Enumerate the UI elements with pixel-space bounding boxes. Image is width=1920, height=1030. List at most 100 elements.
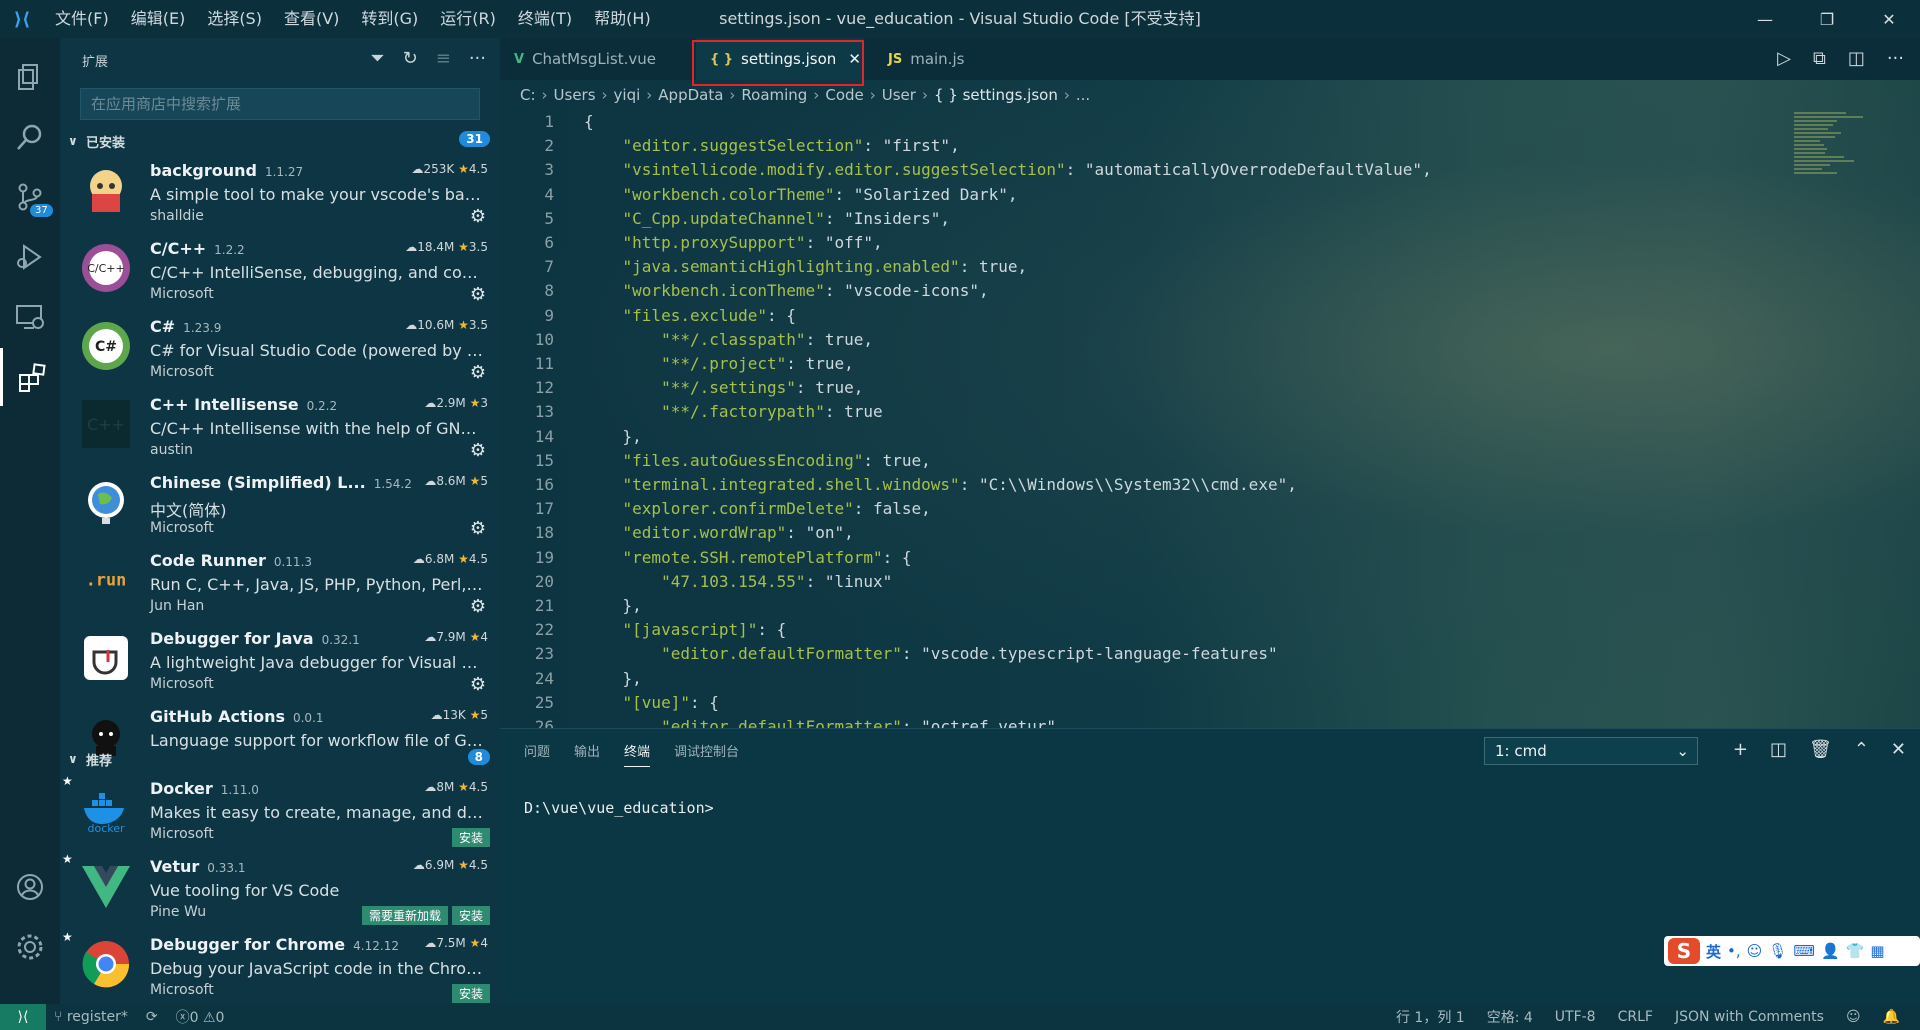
split-editor-icon[interactable]: ◫ — [1848, 48, 1865, 69]
run-debug-icon[interactable] — [0, 228, 60, 286]
extension-item[interactable]: Debugger for Java 0.32.1 ☁7.9M ★4 A lightwe… — [60, 622, 500, 700]
extension-item[interactable]: C# C# 1.23.9 ☁10.6M ★3.5 C# for Visual Studi… — [60, 310, 500, 388]
extension-item[interactable]: C++ C++ Intellisense 0.2.2 ☁2.9M ★3 C/C++ In… — [60, 388, 500, 466]
remote-explorer-icon[interactable] — [0, 288, 60, 346]
breadcrumb-item[interactable]: C: — [520, 86, 536, 104]
breadcrumb-item[interactable]: Roaming — [741, 86, 807, 104]
install-button[interactable]: 安装 — [451, 828, 490, 847]
line-number: 17 — [534, 499, 554, 519]
extension-item[interactable]: background 1.1.27 ☁253K ★4.5 A simple tool … — [60, 154, 500, 232]
problems-indicator[interactable]: ⓧ0 ⚠0 — [176, 1007, 225, 1027]
cursor-position[interactable]: 行 1，列 1 — [1396, 1007, 1465, 1027]
open-settings-ui-icon[interactable]: ⧉ — [1813, 48, 1826, 69]
manage-gear-icon[interactable]: ⚙ — [470, 440, 486, 461]
tab-main-js[interactable]: JS main.js — [874, 38, 994, 80]
run-icon[interactable]: ▷ — [1777, 48, 1791, 69]
menu-view[interactable]: 查看(V) — [273, 0, 350, 38]
menu-edit[interactable]: 编辑(E) — [120, 0, 197, 38]
explorer-icon[interactable] — [0, 48, 60, 106]
reload-required-button[interactable]: 需要重新加载 — [361, 906, 448, 925]
encoding[interactable]: UTF-8 — [1555, 1009, 1596, 1025]
search-icon[interactable] — [0, 108, 60, 166]
skin-icon[interactable]: 👕 — [1846, 942, 1865, 960]
menu-go[interactable]: 转到(G) — [350, 0, 429, 38]
installed-section-header[interactable]: ∨ 已安装 31 — [60, 128, 500, 154]
feedback-icon[interactable]: ☺ — [1846, 1009, 1861, 1025]
tab-chatmsglist[interactable]: V ChatMsgList.vue — [500, 38, 670, 80]
line-ending[interactable]: CRLF — [1618, 1009, 1653, 1025]
menu-help[interactable]: 帮助(H) — [583, 0, 662, 38]
manage-gear-icon[interactable]: ⚙ — [470, 284, 486, 305]
emoji-icon[interactable]: ☺ — [1747, 942, 1763, 960]
restore-button[interactable]: ❐ — [1796, 0, 1858, 38]
terminal-select[interactable]: 1: cmd ⌄ — [1484, 737, 1698, 765]
punctuation-icon[interactable]: •, — [1727, 942, 1741, 960]
more-actions-icon[interactable]: ··· — [1887, 48, 1904, 69]
extension-item[interactable]: ★ Debugger for Chrome 4.12.12 ☁7.5M ★4 Debug… — [60, 928, 500, 1006]
extensions-icon[interactable] — [0, 348, 60, 406]
manage-gear-icon[interactable]: ⚙ — [470, 674, 486, 695]
panel-tab-debug-console[interactable]: 调试控制台 — [674, 741, 739, 767]
svg-text:docker: docker — [87, 822, 125, 834]
breadcrumb-item[interactable]: AppData — [658, 86, 723, 104]
grid-icon[interactable]: ▦ — [1870, 942, 1884, 960]
extension-item[interactable]: Chinese (Simplified) L... 1.54.2 ☁8.6M ★5 中… — [60, 466, 500, 544]
source-control-icon[interactable]: 37 — [0, 168, 60, 226]
breadcrumb-item[interactable]: ... — [1076, 86, 1090, 104]
remote-indicator-icon[interactable]: ⟩⟨ — [0, 1004, 46, 1030]
notifications-bell-icon[interactable]: 🔔 — [1883, 1009, 1900, 1025]
line-number: 12 — [534, 378, 554, 398]
user-icon[interactable]: 👤 — [1821, 942, 1840, 960]
account-icon[interactable] — [0, 858, 60, 916]
manage-gear-icon[interactable] — [0, 918, 60, 976]
microphone-icon[interactable]: 🎙 — [1768, 942, 1787, 960]
more-actions-icon[interactable]: ··· — [469, 48, 486, 69]
trash-icon[interactable]: 🗑 — [1809, 739, 1832, 760]
branch-indicator[interactable]: ⑂ register* — [54, 1009, 128, 1025]
manage-gear-icon[interactable]: ⚙ — [470, 596, 486, 617]
breadcrumb-item[interactable]: yiqi — [614, 86, 641, 104]
maximize-panel-icon[interactable]: ⌃ — [1854, 739, 1869, 760]
language-mode[interactable]: JSON with Comments — [1675, 1009, 1824, 1025]
menu-terminal[interactable]: 终端(T) — [507, 0, 583, 38]
panel-tab-output[interactable]: 输出 — [574, 741, 600, 767]
clear-icon[interactable]: ≡ — [436, 48, 451, 69]
close-panel-icon[interactable]: ✕ — [1891, 739, 1906, 760]
extension-item[interactable]: .run Code Runner 0.11.3 ☁6.8M ★4.5 Run C, C+… — [60, 544, 500, 622]
minimize-button[interactable]: — — [1734, 0, 1796, 38]
extension-item[interactable]: ★ docker Docker 1.11.0 ☁8M ★4.5 Makes it easy… — [60, 772, 500, 850]
extension-item[interactable]: ★ Vetur 0.33.1 ☁6.9M ★4.5 Vue tooling for VS… — [60, 850, 500, 928]
new-terminal-icon[interactable]: + — [1733, 739, 1748, 760]
breadcrumb-item[interactable]: User — [882, 86, 916, 104]
sync-icon[interactable]: ⟳ — [146, 1009, 158, 1025]
refresh-icon[interactable]: ↻ — [403, 48, 418, 69]
breadcrumb-item[interactable]: Users — [554, 86, 596, 104]
install-button[interactable]: 安装 — [451, 906, 490, 925]
menu-run[interactable]: 运行(R) — [429, 0, 507, 38]
chevron-down-icon: ∨ — [68, 752, 78, 766]
close-window-button[interactable]: ✕ — [1858, 0, 1920, 38]
line-number: 21 — [534, 596, 554, 615]
manage-gear-icon[interactable]: ⚙ — [470, 362, 486, 383]
breadcrumb-item[interactable]: { } settings.json — [934, 86, 1058, 104]
manage-gear-icon[interactable]: ⚙ — [470, 518, 486, 539]
minimap[interactable] — [1794, 110, 1880, 230]
panel-tab-terminal[interactable]: 终端 — [624, 741, 651, 767]
extension-search-input[interactable]: 在应用商店中搜索扩展 — [80, 88, 480, 120]
terminal-prompt[interactable]: D:\vue\vue_education> — [524, 799, 714, 817]
ime-toolbar[interactable]: S 英 •, ☺ 🎙 ⌨ 👤 👕 ▦ — [1664, 936, 1920, 966]
manage-gear-icon[interactable]: ⚙ — [470, 206, 486, 227]
menu-file[interactable]: 文件(F) — [44, 0, 120, 38]
breadcrumb-item[interactable]: Code — [825, 86, 863, 104]
extension-item[interactable]: C/C++ C/C++ 1.2.2 ☁18.4M ★3.5 C/C++ IntelliS… — [60, 232, 500, 310]
install-button[interactable]: 安装 — [451, 984, 490, 1003]
menu-selection[interactable]: 选择(S) — [196, 0, 273, 38]
panel-tab-problems[interactable]: 问题 — [524, 741, 550, 767]
recommended-section-header[interactable]: ∨ 推荐 8 — [60, 746, 500, 772]
filter-icon[interactable]: ⏷ — [370, 48, 384, 69]
keyboard-icon[interactable]: ⌨ — [1793, 942, 1815, 960]
indentation[interactable]: 空格: 4 — [1487, 1007, 1533, 1027]
extension-name: C# 1.23.9 — [150, 317, 222, 336]
split-terminal-icon[interactable]: ◫ — [1770, 739, 1787, 760]
ime-mode[interactable]: 英 — [1706, 941, 1721, 962]
